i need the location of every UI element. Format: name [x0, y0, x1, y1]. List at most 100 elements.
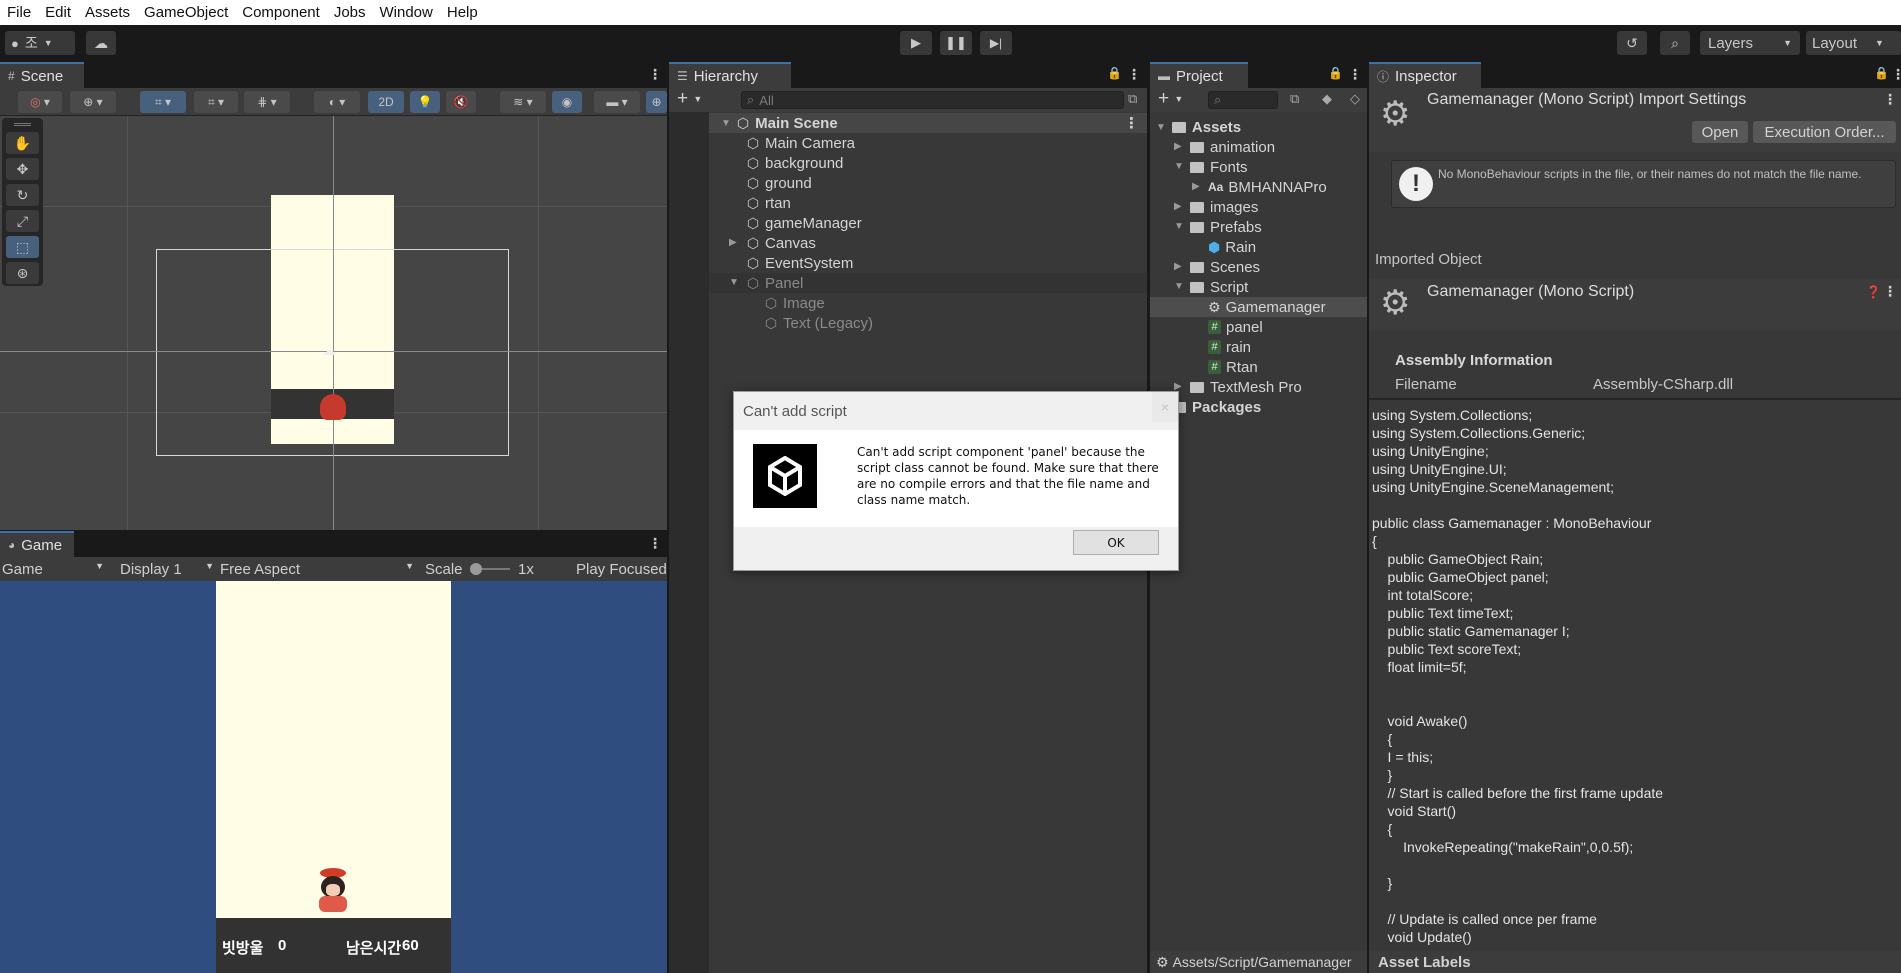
project-menu-icon[interactable]: ⋮ [1348, 66, 1362, 83]
hierarchy-item[interactable]: ⬡ rtan [745, 193, 791, 213]
project-item[interactable]: # rain [1208, 337, 1251, 357]
menu-component[interactable]: Component [235, 4, 327, 21]
search-button[interactable]: ⌕ [1660, 31, 1690, 55]
game-menu-icon[interactable]: ⋮ [648, 535, 662, 552]
hierarchy-menu-icon[interactable]: ⋮ [1127, 66, 1141, 83]
grid-snap-button[interactable]: ⌗ ▾ [140, 91, 186, 113]
lock-icon[interactable]: 🔒 [1874, 66, 1889, 80]
menu-file[interactable]: File [0, 4, 38, 21]
hierarchy-item[interactable]: ⬡ Canvas [745, 233, 816, 253]
project-item[interactable]: animation [1190, 137, 1275, 157]
transform-tool[interactable]: ⊛ [6, 262, 39, 284]
layout-dropdown[interactable]: Layout ▼ [1806, 31, 1901, 55]
hierarchy-item[interactable]: ⬡ EventSystem [745, 253, 854, 273]
scale-slider-thumb[interactable] [470, 563, 482, 575]
grid-visibility-button[interactable]: ⋕ ▾ [244, 91, 290, 113]
tab-project[interactable]: ▬ Project [1150, 62, 1248, 88]
expand-arrow-icon[interactable]: ▼ [1156, 122, 1166, 133]
lighting-button[interactable]: 💡 [410, 91, 440, 113]
project-item[interactable]: images [1190, 197, 1258, 217]
scale-slider[interactable] [470, 563, 510, 575]
gizmos-button[interactable]: ⊕ [646, 91, 667, 113]
expand-arrow-icon[interactable]: ▶ [1174, 261, 1182, 272]
history-button[interactable]: ↺ [1617, 31, 1647, 55]
add-button[interactable]: + ▼ [677, 88, 702, 110]
expand-arrow-icon[interactable]: ▶ [1174, 141, 1182, 152]
packages-row[interactable]: Packages [1172, 397, 1261, 417]
expand-arrow-icon[interactable]: ▼ [729, 277, 739, 288]
project-item[interactable]: ⬢ Rain [1208, 237, 1256, 257]
dialog-close-button[interactable]: × [1152, 392, 1178, 422]
help-icon[interactable]: ❓ [1866, 285, 1881, 299]
hierarchy-item[interactable]: ⬡ Panel [745, 273, 804, 293]
header-menu-icon[interactable]: ⋮ [1883, 91, 1897, 108]
open-button[interactable]: Open [1692, 121, 1748, 143]
tab-scene[interactable]: # Scene [0, 62, 84, 88]
scale-tool[interactable]: ⤢ [6, 210, 39, 232]
project-root-row[interactable]: ▼ Assets [1156, 117, 1241, 137]
search-filter-icon[interactable]: ⧉ [1290, 91, 1299, 107]
menu-assets[interactable]: Assets [78, 4, 137, 21]
scene-view[interactable]: ☁ ✋ ✥ ↻ ⤢ ⬚ ⊛ [0, 116, 667, 530]
execution-order-button[interactable]: Execution Order... [1753, 121, 1896, 143]
game-view[interactable]: 빗방울 0 남은시간 60 [0, 581, 667, 973]
scene-visibility-button[interactable]: ◉ [552, 91, 582, 113]
game-view-dropdown[interactable]: Game ▼ [2, 561, 108, 578]
expand-arrow-icon[interactable]: ▼ [1174, 221, 1184, 232]
hand-tool[interactable]: ✋ [6, 132, 39, 154]
menu-window[interactable]: Window [373, 4, 440, 21]
menu-jobs[interactable]: Jobs [327, 4, 373, 21]
snap-increment-button[interactable]: ⌗ ▾ [194, 91, 238, 113]
global-dropdown[interactable]: ⊕ ▾ [70, 91, 116, 113]
inspector-menu-icon[interactable]: ⋮ [1891, 66, 1901, 83]
project-item[interactable]: # Rtan [1208, 357, 1258, 377]
hierarchy-item[interactable]: ⬡ Text (Legacy) [763, 313, 873, 333]
project-search-input[interactable]: ⌕ [1208, 91, 1278, 109]
audio-button[interactable]: 🔇 [446, 91, 476, 113]
expand-arrow-icon[interactable]: ▶ [729, 237, 737, 248]
hierarchy-item[interactable]: ⬡ gameManager [745, 213, 862, 233]
effects-dropdown[interactable]: ≋ ▾ [500, 91, 546, 113]
hierarchy-item[interactable]: ⬡ Image [763, 293, 825, 313]
project-item-selected[interactable]: ⚙ Gamemanager [1208, 297, 1326, 317]
project-item[interactable]: Fonts [1190, 157, 1248, 177]
add-button[interactable]: + ▼ [1158, 88, 1183, 110]
cloud-button[interactable]: ☁ [86, 31, 116, 55]
display-dropdown[interactable]: Display 1 ▼ [120, 561, 214, 578]
scene-root-row[interactable]: ▼ ⬡ Main Scene ⋮ [709, 113, 1147, 133]
expand-arrow-icon[interactable]: ▶ [1174, 201, 1182, 212]
project-item[interactable]: Prefabs [1190, 217, 1262, 237]
search-options-icon[interactable]: ⧉ [1128, 91, 1137, 107]
hierarchy-item[interactable]: ⬡ ground [745, 173, 812, 193]
menu-gameobject[interactable]: GameObject [137, 4, 235, 21]
label-filter-icon[interactable]: ◇ [1350, 91, 1360, 107]
tab-game[interactable]: ◕ Game [0, 531, 74, 557]
move-tool[interactable]: ✥ [6, 158, 39, 180]
play-button[interactable]: ▶ [900, 31, 932, 55]
menu-edit[interactable]: Edit [38, 4, 78, 21]
scene-menu-icon[interactable]: ⋮ [1124, 114, 1139, 132]
project-item[interactable]: # panel [1208, 317, 1263, 337]
project-item[interactable]: TextMesh Pro [1190, 377, 1302, 397]
shading-dropdown[interactable]: ◐ ▾ [314, 91, 360, 113]
project-item[interactable]: Scenes [1190, 257, 1260, 277]
menu-help[interactable]: Help [440, 4, 485, 21]
rtan-sprite[interactable] [320, 394, 346, 420]
project-item[interactable]: Aa BMHANNAPro [1208, 177, 1327, 197]
project-item[interactable]: Script [1190, 277, 1248, 297]
pause-button[interactable]: ❚❚ [940, 31, 972, 55]
mode-2d-button[interactable]: 2D [368, 91, 404, 113]
rect-tool[interactable]: ⬚ [6, 236, 39, 258]
tab-hierarchy[interactable]: ☰ Hierarchy [669, 62, 791, 88]
scene-menu-icon[interactable]: ⋮ [648, 66, 662, 83]
camera-dropdown[interactable]: ▬ ▾ [594, 91, 640, 113]
hierarchy-item[interactable]: ⬡ background [745, 153, 844, 173]
lock-icon[interactable]: 🔒 [1328, 66, 1343, 80]
aspect-dropdown[interactable]: Free Aspect ▼ [220, 561, 414, 578]
step-button[interactable]: ▶| [980, 31, 1012, 55]
expand-arrow-icon[interactable]: ▼ [1174, 281, 1184, 292]
expand-arrow-icon[interactable]: ▼ [1174, 161, 1184, 172]
type-filter-icon[interactable]: ◆ [1322, 91, 1332, 107]
expand-arrow-icon[interactable]: ▼ [721, 118, 731, 129]
tab-inspector[interactable]: ⓘ Inspector [1369, 62, 1481, 88]
